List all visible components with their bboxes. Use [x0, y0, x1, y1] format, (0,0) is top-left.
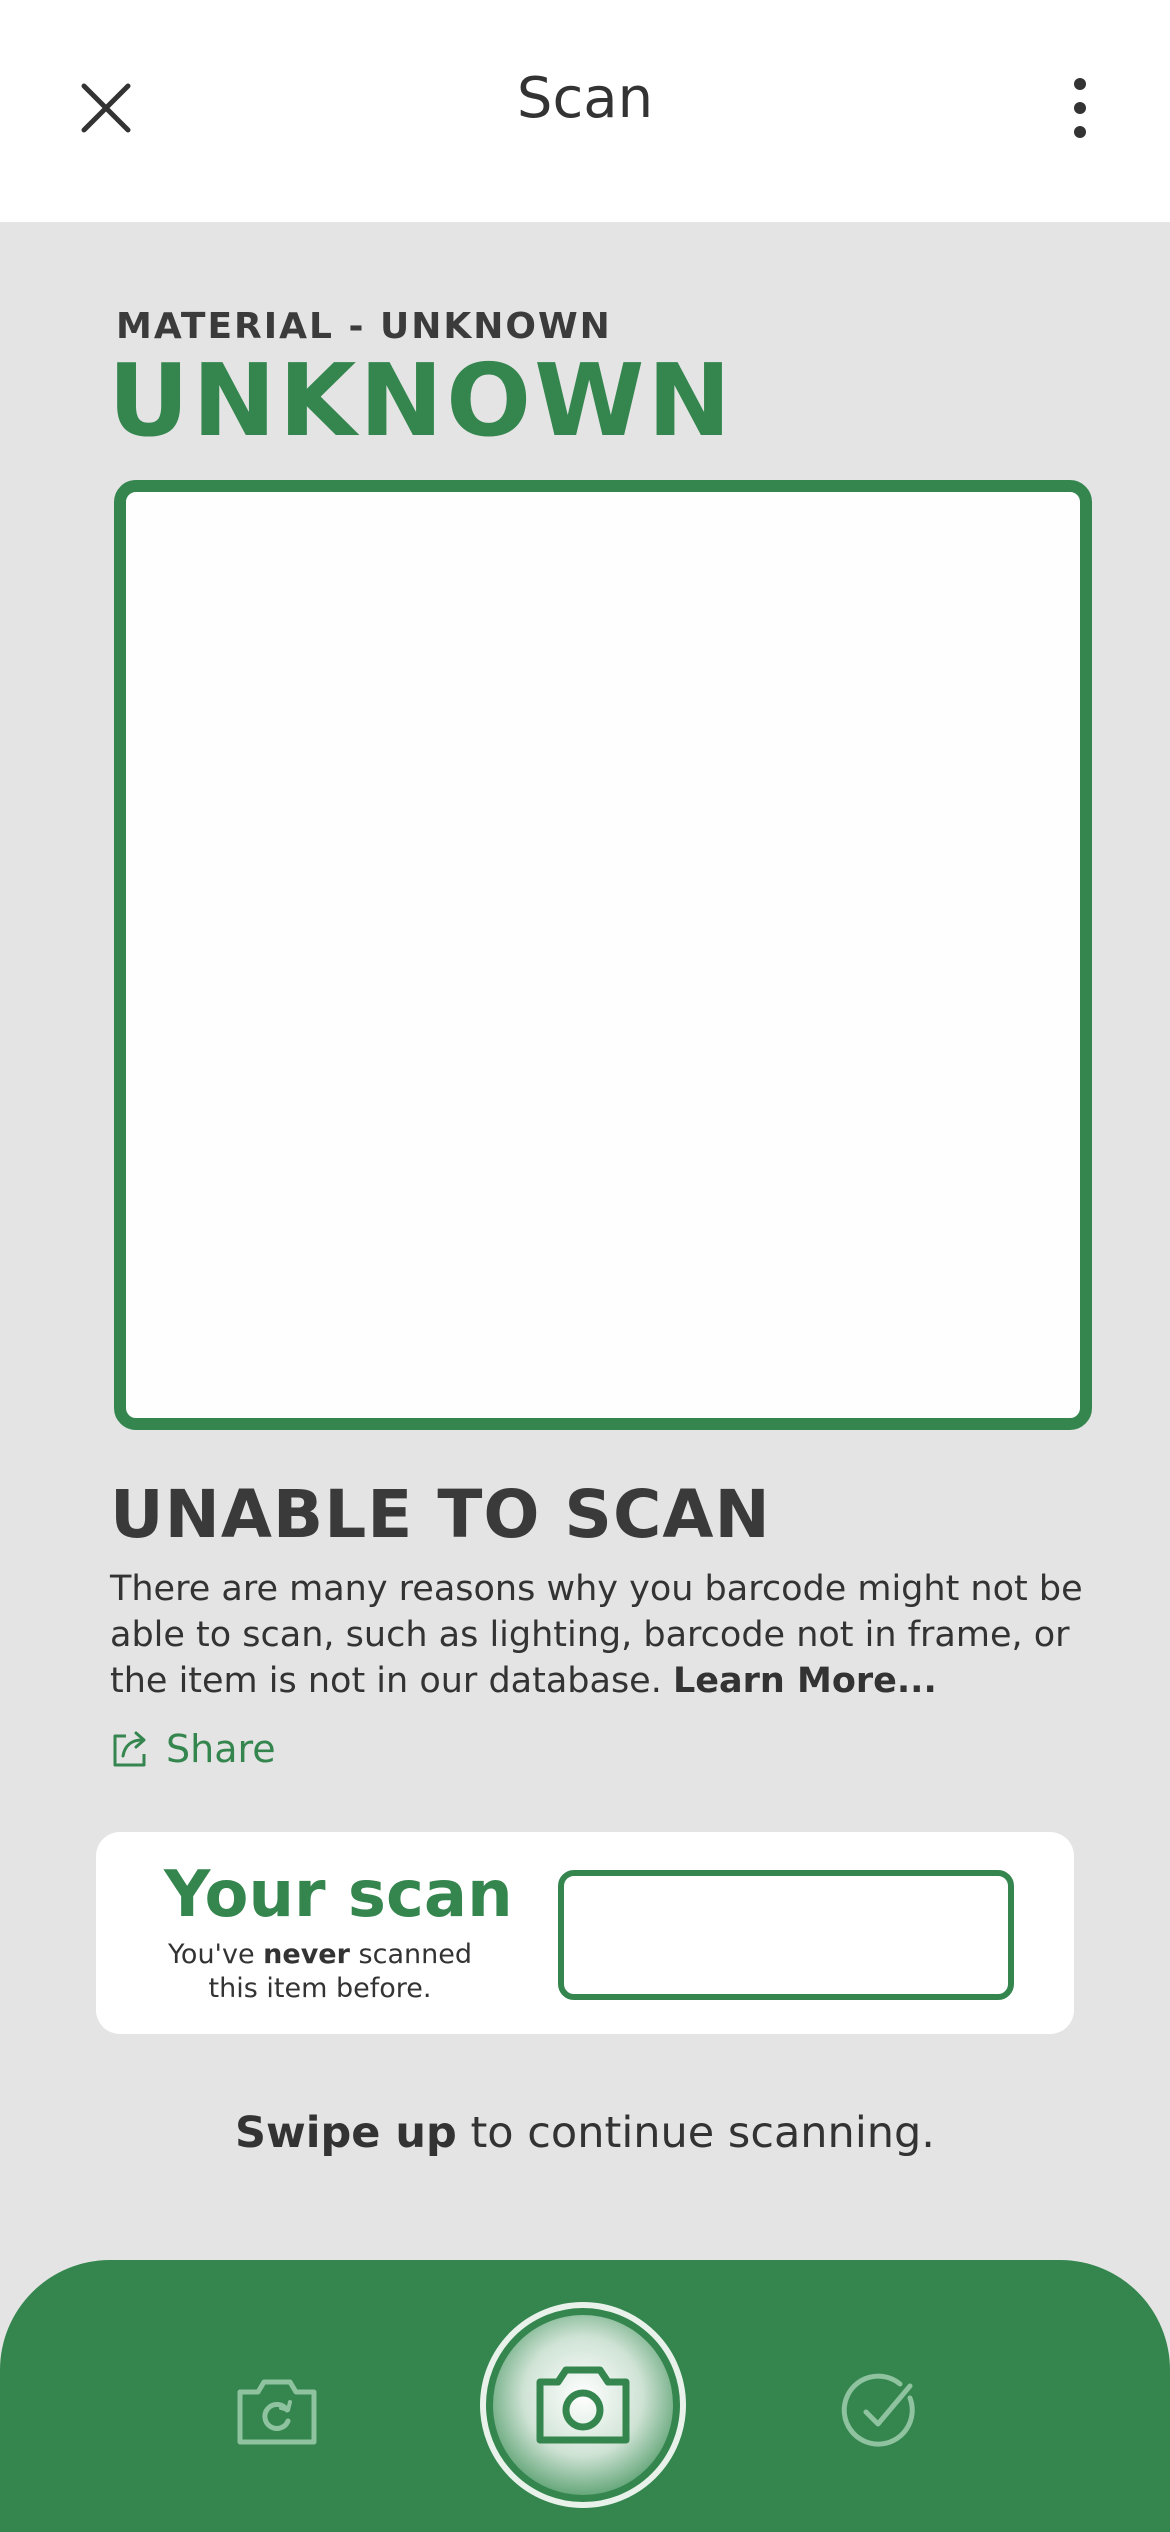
camera-shutter-icon — [480, 2302, 686, 2508]
unable-to-scan-description: There are many reasons why you barcode m… — [110, 1566, 1120, 1704]
more-vertical-icon — [1074, 78, 1086, 138]
share-icon — [113, 1731, 146, 1767]
flip-camera-button[interactable] — [232, 2374, 322, 2450]
more-options-button[interactable] — [1060, 74, 1100, 144]
check-circle-icon — [841, 2373, 915, 2447]
camera-bottom-bar — [0, 2260, 1170, 2532]
scan-result-field[interactable] — [558, 1870, 1014, 2000]
camera-flip-icon — [237, 2379, 317, 2445]
learn-more-link[interactable]: Learn More... — [673, 1661, 937, 1701]
share-label: Share — [166, 1727, 276, 1771]
material-label: MATERIAL - UNKNOWN — [116, 306, 612, 347]
page-title: Scan — [516, 66, 654, 131]
scan-image-frame — [114, 480, 1092, 1430]
scan-history-note: You've never scanned this item before. — [168, 1939, 472, 2004]
unable-to-scan-title: UNABLE TO SCAN — [110, 1476, 771, 1553]
done-button[interactable] — [840, 2370, 922, 2452]
share-button[interactable]: Share — [110, 1724, 276, 1774]
shutter-button[interactable] — [478, 2300, 688, 2510]
top-bar: Scan — [0, 0, 1170, 222]
your-scan-card: Your scan You've never scanned this item… — [96, 1832, 1074, 2034]
swipe-hint: Swipe up to continue scanning. — [235, 2108, 935, 2158]
your-scan-title: Your scan — [164, 1858, 513, 1932]
material-name: UNKNOWN — [108, 342, 735, 459]
